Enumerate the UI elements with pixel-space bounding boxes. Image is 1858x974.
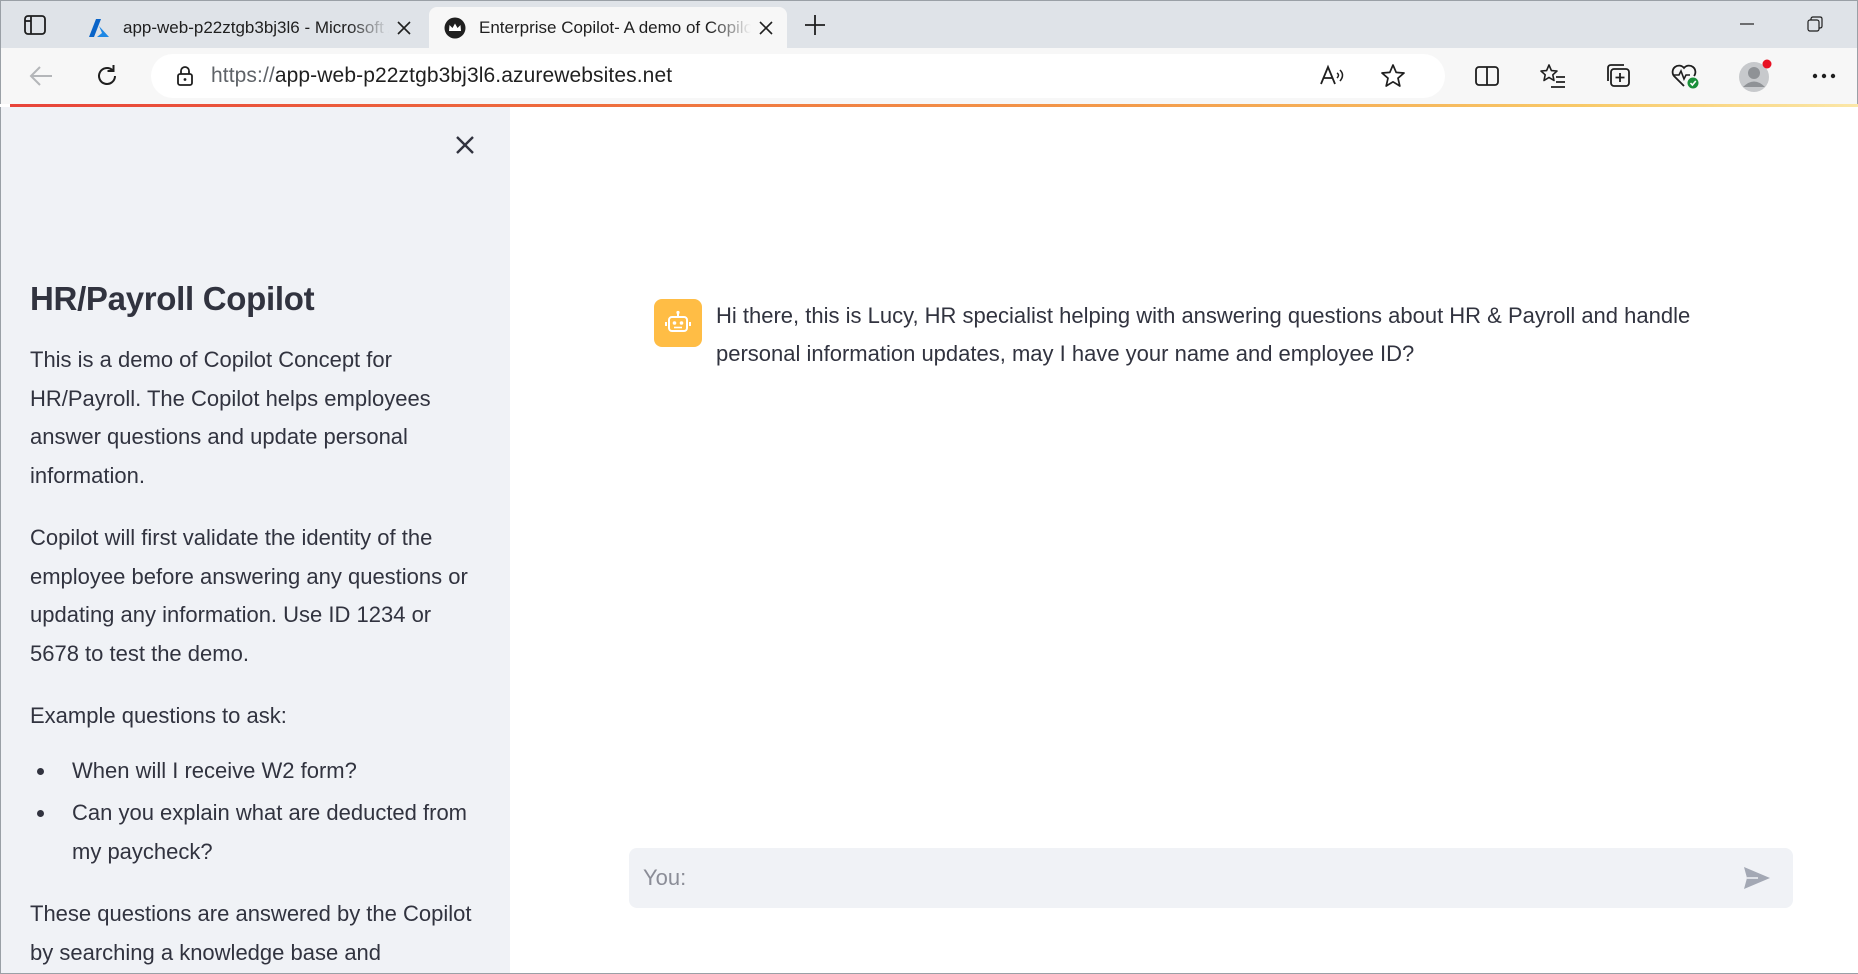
split-screen-icon[interactable] [1467, 58, 1507, 94]
example-questions-list: When will I receive W2 form? Can you exp… [30, 752, 482, 872]
profile-avatar-icon[interactable] [1734, 58, 1774, 94]
browser-tab-bar: app-web-p22ztgb3bj3l6 - Microsoft Azure … [0, 0, 1858, 49]
browser-toolbar: https://app-web-p22ztgb3bj3l6.azurewebsi… [0, 48, 1858, 104]
read-aloud-icon[interactable] [1317, 62, 1349, 90]
robot-icon [654, 299, 702, 347]
url-host: app-web-p22ztgb3bj3l6.azurewebsites.net [274, 64, 673, 87]
tab-actions-icon[interactable] [15, 9, 55, 41]
lock-icon[interactable] [173, 64, 197, 88]
web-page: HR/Payroll Copilot This is a demo of Cop… [0, 107, 1858, 974]
chat-main: Hi there, this is Lucy, HR specialist he… [510, 107, 1858, 973]
back-arrow-icon[interactable] [21, 58, 61, 94]
sidebar-title: HR/Payroll Copilot [30, 280, 315, 317]
chat-input-box [629, 848, 1793, 908]
sidebar: HR/Payroll Copilot This is a demo of Cop… [1, 107, 510, 973]
sidebar-footer-paragraph: These questions are answered by the Copi… [30, 901, 472, 965]
tab-title: Enterprise Copilot- A demo of Copilot [479, 18, 751, 37]
sidebar-content: HR/Payroll Copilot This is a demo of Cop… [30, 279, 482, 973]
list-item: When will I receive W2 form? [30, 752, 482, 791]
send-icon[interactable] [1733, 854, 1781, 902]
azure-logo-icon [87, 16, 111, 40]
refresh-icon[interactable] [87, 58, 127, 94]
minimize-icon[interactable] [1725, 9, 1769, 39]
browser-essentials-icon[interactable] [1665, 58, 1705, 94]
more-options-icon[interactable] [1804, 58, 1844, 94]
assistant-message-text: Hi there, this is Lucy, HR specialist he… [716, 303, 1691, 366]
url-scheme: https:// [211, 64, 275, 87]
sidebar-intro-paragraph: This is a demo of Copilot Concept for HR… [30, 347, 431, 488]
browser-tab-azure[interactable]: app-web-p22ztgb3bj3l6 - Microsoft Azure [73, 7, 425, 49]
collections-icon[interactable] [1599, 58, 1639, 94]
close-tab-icon[interactable] [751, 13, 781, 43]
chat-input[interactable] [629, 848, 1733, 908]
favorite-star-icon[interactable] [1377, 62, 1409, 90]
tab-title: app-web-p22ztgb3bj3l6 - Microsoft Azure [123, 18, 389, 37]
sidebar-examples-heading: Example questions to ask: [30, 703, 287, 728]
close-tab-icon[interactable] [389, 13, 419, 43]
assistant-message: Hi there, this is Lucy, HR specialist he… [654, 297, 1714, 373]
streamlit-crown-icon [443, 16, 467, 40]
close-sidebar-icon[interactable] [447, 127, 483, 163]
browser-tab-copilot[interactable]: Enterprise Copilot- A demo of Copilot [429, 7, 787, 49]
restore-icon[interactable] [1793, 9, 1837, 39]
url-text: https://app-web-p22ztgb3bj3l6.azurewebsi… [211, 64, 672, 88]
sidebar-validation-paragraph: Copilot will first validate the identity… [30, 525, 468, 666]
address-bar[interactable]: https://app-web-p22ztgb3bj3l6.azurewebsi… [151, 54, 1445, 98]
favorites-icon[interactable] [1533, 58, 1573, 94]
new-tab-plus-icon[interactable] [799, 9, 831, 41]
list-item: Can you explain what are deducted from m… [30, 794, 482, 871]
